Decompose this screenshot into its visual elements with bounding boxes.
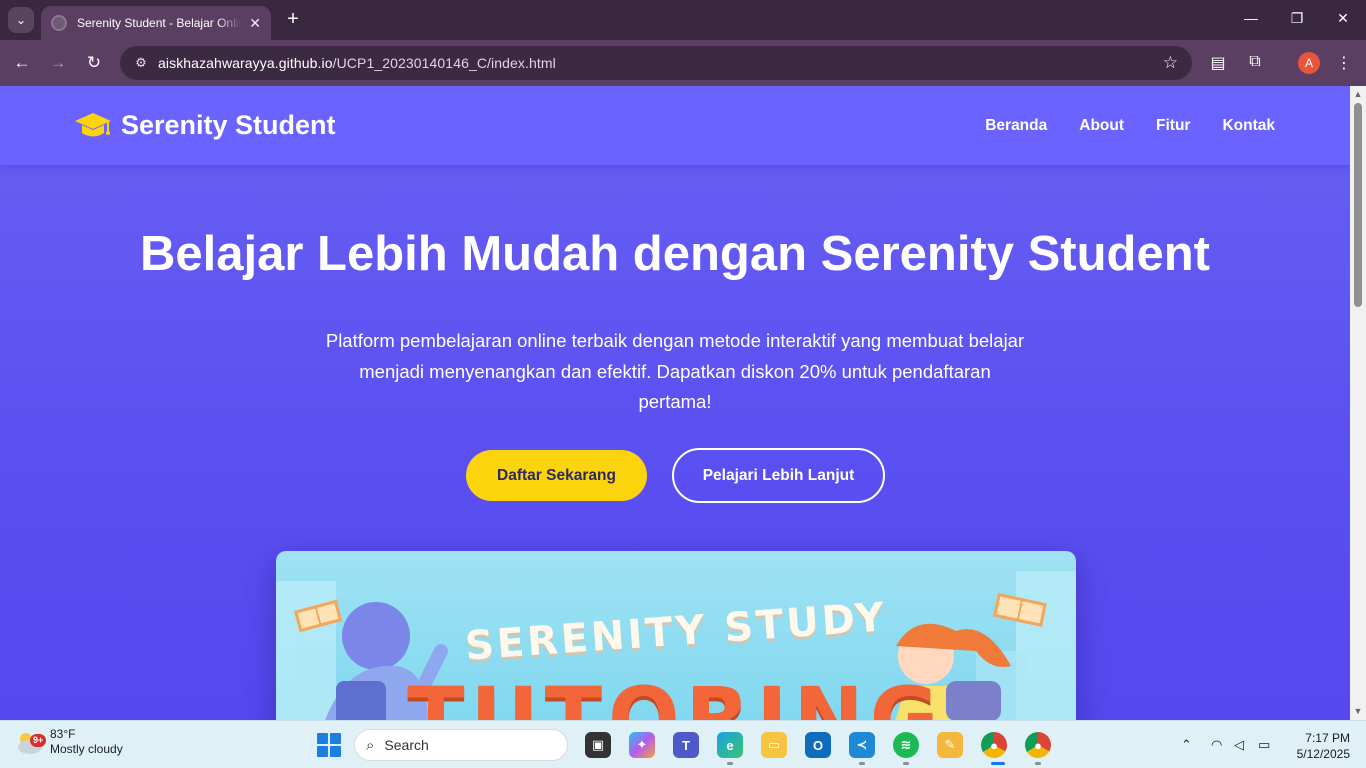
weather-description: Mostly cloudy: [50, 742, 123, 756]
windows-start-icon[interactable]: [317, 733, 341, 757]
teams-icon[interactable]: T: [673, 732, 699, 758]
weather-widget[interactable]: 9+ 83°F Mostly cloudy: [14, 727, 123, 757]
chevron-down-icon: ⌄: [15, 13, 27, 27]
running-indicator: [1035, 762, 1041, 765]
graduation-cap-icon: [75, 112, 111, 136]
taskbar-search-box[interactable]: ⌕ Search: [354, 729, 568, 761]
browser-toolbar: ← → ↻ ⚙ aiskhazahwarayya.github.io/UCP1_…: [0, 40, 1366, 86]
scroll-down-arrow-icon[interactable]: ▼: [1353, 706, 1363, 716]
tab-search-button[interactable]: ⌄: [8, 7, 34, 33]
tray-overflow-icon[interactable]: ⌃: [1181, 737, 1192, 753]
globe-icon: [51, 15, 67, 31]
register-button[interactable]: Daftar Sekarang: [466, 450, 647, 501]
profile-avatar[interactable]: A: [1298, 52, 1320, 74]
nav-link-kontak[interactable]: Kontak: [1222, 117, 1275, 135]
banner-title-bottom: TUTORING: [407, 669, 945, 720]
chrome-profile-a-icon[interactable]: ●: [981, 732, 1007, 758]
chrome-profile-z-icon[interactable]: ●: [1025, 732, 1051, 758]
minimize-icon[interactable]: —: [1241, 10, 1261, 26]
extensions-icon[interactable]: ⧉: [1245, 53, 1265, 71]
scroll-up-arrow-icon[interactable]: ▲: [1353, 89, 1363, 99]
spotify-icon[interactable]: ≋: [893, 732, 919, 758]
scroll-thumb[interactable]: [1354, 103, 1362, 307]
file-explorer-icon[interactable]: ▭: [761, 732, 787, 758]
cloud-icon: 9+: [14, 727, 47, 757]
logo-text: Serenity Student: [121, 110, 336, 140]
weather-temp: 83°F: [50, 727, 76, 741]
restore-icon[interactable]: ❐: [1287, 10, 1307, 27]
browser-tab[interactable]: Serenity Student - Belajar Online ✕: [41, 6, 271, 40]
notification-badge: 9+: [30, 734, 47, 747]
site-info-icon[interactable]: ⚙: [132, 54, 150, 72]
hero-title: Belajar Lebih Mudah dengan Serenity Stud…: [140, 227, 1210, 281]
volume-icon[interactable]: ◁: [1234, 737, 1244, 753]
clock-date: 5/12/2025: [1296, 747, 1350, 761]
reading-list-icon[interactable]: ▤: [1208, 53, 1228, 73]
reload-button[interactable]: ↻: [83, 52, 105, 74]
page-viewport: Serenity Student Beranda About Fitur Kon…: [0, 86, 1350, 720]
bookmark-star-icon[interactable]: ☆: [1163, 53, 1178, 73]
system-clock[interactable]: 7:17 PM 5/12/2025: [1288, 730, 1350, 762]
back-button[interactable]: ←: [11, 52, 33, 74]
tab-title: Serenity Student - Belajar Online: [77, 16, 242, 30]
learn-more-button[interactable]: Pelajari Lebih Lanjut: [672, 448, 885, 503]
battery-icon[interactable]: ▭: [1258, 737, 1270, 753]
hero-description: Platform pembelajaran online terbaik den…: [325, 330, 1025, 412]
close-window-icon[interactable]: ✕: [1333, 10, 1353, 27]
task-view-icon[interactable]: ▣: [585, 732, 611, 758]
main-nav: Beranda About Fitur Kontak: [985, 117, 1275, 135]
site-logo[interactable]: Serenity Student: [74, 110, 336, 141]
windows-taskbar: 9+ 83°F Mostly cloudy ⌕ Search ▣ ✦ T e ▭…: [0, 720, 1366, 768]
edge-icon[interactable]: e: [717, 732, 743, 758]
copilot-icon[interactable]: ✦: [629, 732, 655, 758]
forward-button[interactable]: →: [47, 52, 69, 74]
nav-link-fitur[interactable]: Fitur: [1156, 117, 1190, 135]
page-scrollbar[interactable]: ▲ ▼: [1350, 86, 1366, 720]
active-app-indicator: [991, 762, 1005, 765]
url-text[interactable]: aiskhazahwarayya.github.io/UCP1_20230140…: [158, 55, 556, 71]
browser-tab-bar: ⌄ Serenity Student - Belajar Online ✕ + …: [0, 0, 1366, 40]
running-indicator: [903, 762, 909, 765]
outlook-icon[interactable]: O: [805, 732, 831, 758]
hero-banner-image: SERENITY STUDY TUTORING: [276, 551, 1076, 720]
search-icon: ⌕: [366, 736, 375, 754]
app-icon[interactable]: ✎: [937, 732, 963, 758]
search-placeholder: Search: [384, 737, 429, 753]
new-tab-button[interactable]: +: [282, 8, 304, 30]
running-indicator: [727, 762, 733, 765]
nav-link-beranda[interactable]: Beranda: [985, 117, 1047, 135]
close-tab-icon[interactable]: ✕: [249, 15, 261, 32]
vscode-icon[interactable]: ≺: [849, 732, 875, 758]
wifi-icon[interactable]: ◠: [1211, 737, 1222, 753]
running-indicator: [859, 762, 865, 765]
nav-link-about[interactable]: About: [1079, 117, 1124, 135]
address-bar[interactable]: ⚙ aiskhazahwarayya.github.io/UCP1_202301…: [120, 46, 1192, 80]
site-header: Serenity Student Beranda About Fitur Kon…: [0, 86, 1350, 165]
clock-time: 7:17 PM: [1305, 731, 1350, 745]
menu-kebab-icon[interactable]: ⋮: [1334, 53, 1354, 73]
